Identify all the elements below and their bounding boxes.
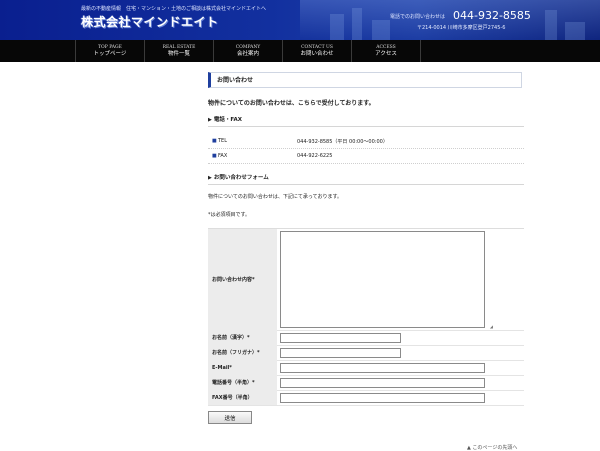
nav-item-access[interactable]: ACCESS アクセス [352, 40, 421, 62]
site-logo[interactable]: 株式会社マインドエイト [81, 13, 219, 30]
header-building-graphic [372, 20, 390, 40]
nav-item-top[interactable]: TOP PAGE トップページ [75, 40, 145, 62]
field-label: E-Mail* [208, 360, 277, 375]
header-building-graphic [565, 22, 585, 40]
company-address: 〒214-0014 川崎市多摩区登戸2745-6 [417, 25, 506, 31]
fax-input[interactable] [280, 393, 485, 403]
name-kanji-input[interactable] [280, 333, 401, 343]
section-heading-form: ▶ お問い合わせフォーム [208, 172, 524, 185]
header-building-graphic [545, 10, 557, 40]
form-row-name-kanji: お名前（漢字）* [208, 330, 524, 346]
resize-handle-icon[interactable]: ◢ [490, 325, 493, 329]
nav-item-label: 会社案内 [236, 50, 259, 57]
field-label: お名前（漢字）* [208, 330, 277, 345]
email-input[interactable] [280, 363, 485, 373]
header-tagline: 最新の不動産情報 住宅・マンション・土地のご相談は株式会社マインドエイトへ [81, 6, 267, 12]
triangle-right-icon: ▶ [208, 117, 212, 123]
nav-item-real-estate[interactable]: REAL ESTATE 物件一覧 [145, 40, 214, 62]
message-textarea[interactable] [280, 231, 485, 328]
field-label: 電話番号（半角）* [208, 375, 277, 390]
fax-row-value: 044-922-6225 [297, 153, 333, 159]
nav-item-label: アクセス [375, 50, 397, 57]
name-kana-input[interactable] [280, 348, 401, 358]
nav-item-label: 物件一覧 [167, 50, 190, 57]
form-row-email: E-Mail* [208, 360, 524, 376]
required-note: *は必須項目です。 [208, 212, 251, 218]
header-building-graphic [352, 8, 362, 40]
phone-input[interactable] [280, 378, 485, 388]
tel-row-value: 044-932-8585（平日 00:00～00:00） [297, 139, 388, 145]
triangle-right-icon: ▶ [208, 175, 212, 181]
square-bullet-icon: ■ [212, 138, 217, 144]
contact-form: お問い合わせ内容* ◢ お名前（漢字）* お名前（フリガナ）* E-Mail* [208, 228, 524, 406]
nav-item-label: トップページ [93, 50, 127, 57]
form-row-phone: 電話番号（半角）* [208, 375, 524, 391]
field-label: FAX番号（半角） [208, 390, 277, 405]
nav-item-company[interactable]: COMPANY 会社案内 [214, 40, 283, 62]
tel-label: 電話でのお問い合わせは [390, 14, 446, 20]
page-title: お問い合わせ [208, 72, 522, 88]
submit-button[interactable]: 送信 [208, 411, 252, 424]
square-bullet-icon: ■ [212, 153, 217, 159]
field-label: お名前（フリガナ）* [208, 345, 277, 360]
site-header: 最新の不動産情報 住宅・マンション・土地のご相談は株式会社マインドエイトへ 株式… [0, 0, 600, 40]
section-heading-label: 電話・FAX [213, 117, 242, 123]
form-row-fax: FAX番号（半角） [208, 390, 524, 406]
page-lead: 物件についてのお問い合わせは、こちらで受付しております。 [208, 100, 375, 107]
nav-item-contact[interactable]: CONTACT US お問い合わせ [283, 40, 352, 62]
section-heading-label: お問い合わせフォーム [213, 175, 269, 181]
fax-row-label: FAX [218, 153, 228, 159]
field-label: お問い合わせ内容* [208, 229, 277, 330]
form-intro: 物件についてのお問い合わせは、下記にて承っております。 [208, 194, 342, 200]
tel-number[interactable]: 044-932-8585 [453, 9, 531, 22]
form-row-name-kana: お名前（フリガナ）* [208, 345, 524, 361]
section-heading-phone: ▶ 電話・FAX [208, 114, 524, 127]
header-building-graphic [330, 14, 344, 40]
nav-item-label: お問い合わせ [300, 50, 334, 57]
global-nav: TOP PAGE トップページ REAL ESTATE 物件一覧 COMPANY… [0, 40, 600, 62]
form-row-message: お問い合わせ内容* ◢ [208, 229, 524, 331]
divider [208, 163, 524, 164]
tel-row-label: TEL [218, 138, 227, 144]
divider [208, 148, 524, 149]
